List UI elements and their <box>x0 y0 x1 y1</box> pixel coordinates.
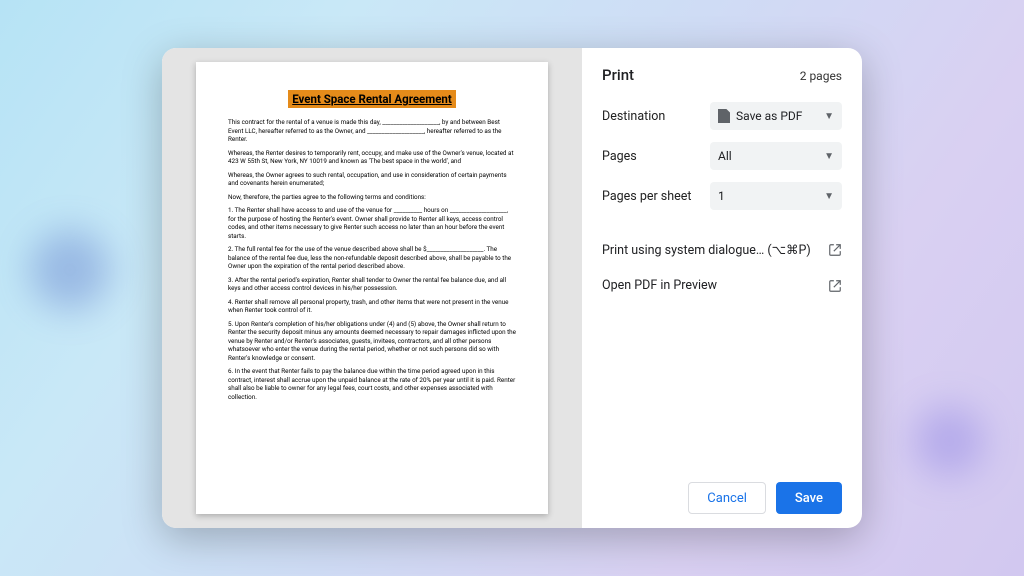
page-count: 2 pages <box>800 69 842 83</box>
doc-paragraph: 2. The full rental fee for the use of th… <box>228 245 516 271</box>
doc-paragraph: Whereas, the Owner agrees to such rental… <box>228 171 516 188</box>
cancel-label: Cancel <box>707 491 747 506</box>
print-dialog: Event Space Rental Agreement This contra… <box>162 48 862 528</box>
settings-pane: Print 2 pages Destination Save as PDF ▼ … <box>582 48 862 528</box>
document-body: This contract for the rental of a venue … <box>228 118 516 401</box>
open-preview-link[interactable]: Open PDF in Preview <box>602 268 842 303</box>
doc-paragraph: 1. The Renter shall have access to and u… <box>228 206 516 240</box>
destination-select[interactable]: Save as PDF ▼ <box>710 102 842 130</box>
doc-paragraph: 3. After the rental period's expiration,… <box>228 276 516 293</box>
preview-pane: Event Space Rental Agreement This contra… <box>162 48 582 528</box>
row-pages: Pages All ▼ <box>602 142 842 170</box>
open-preview-label: Open PDF in Preview <box>602 278 717 293</box>
doc-paragraph: 6. In the event that Renter fails to pay… <box>228 367 516 401</box>
document-page-1: Event Space Rental Agreement This contra… <box>196 62 548 514</box>
save-button[interactable]: Save <box>776 482 842 514</box>
open-external-icon <box>828 279 842 293</box>
save-label: Save <box>795 491 823 506</box>
open-external-icon <box>828 243 842 257</box>
pages-value: All <box>718 149 732 163</box>
pps-value: 1 <box>718 189 725 203</box>
doc-paragraph: Now, therefore, the parties agree to the… <box>228 193 516 202</box>
row-pages-per-sheet: Pages per sheet 1 ▼ <box>602 182 842 210</box>
dialog-title: Print <box>602 66 634 84</box>
row-destination: Destination Save as PDF ▼ <box>602 102 842 130</box>
pages-select[interactable]: All ▼ <box>710 142 842 170</box>
doc-paragraph: This contract for the rental of a venue … <box>228 118 516 144</box>
chevron-down-icon: ▼ <box>824 191 834 202</box>
background: Event Space Rental Agreement This contra… <box>0 0 1024 576</box>
doc-paragraph: Whereas, the Renter desires to temporari… <box>228 149 516 166</box>
doc-paragraph: 5. Upon Renter's completion of his/her o… <box>228 320 516 363</box>
pps-select[interactable]: 1 ▼ <box>710 182 842 210</box>
pps-label: Pages per sheet <box>602 189 710 204</box>
pdf-icon <box>718 109 730 123</box>
chevron-down-icon: ▼ <box>824 111 834 122</box>
destination-value: Save as PDF <box>736 109 802 123</box>
system-dialog-label: Print using system dialogue… (⌥⌘P) <box>602 242 811 258</box>
system-dialog-link[interactable]: Print using system dialogue… (⌥⌘P) <box>602 232 842 268</box>
header: Print 2 pages <box>602 66 842 84</box>
destination-label: Destination <box>602 109 710 124</box>
footer: Cancel Save <box>602 482 842 514</box>
chevron-down-icon: ▼ <box>824 151 834 162</box>
cancel-button[interactable]: Cancel <box>688 482 766 514</box>
pages-label: Pages <box>602 149 710 164</box>
doc-paragraph: 4. Renter shall remove all personal prop… <box>228 298 516 315</box>
document-title: Event Space Rental Agreement <box>288 90 456 108</box>
